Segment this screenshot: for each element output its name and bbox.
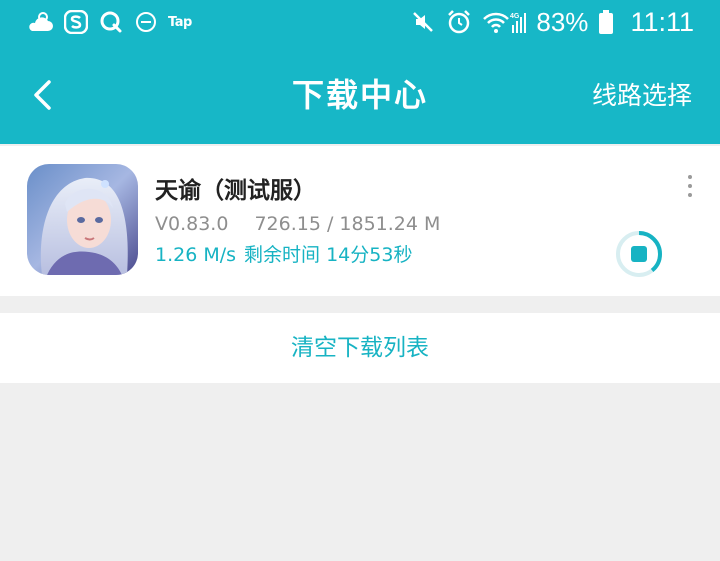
more-dot — [688, 184, 692, 188]
do-not-disturb-icon — [133, 9, 159, 35]
pause-download-button[interactable] — [613, 228, 665, 280]
status-bar-notifications: Tap — [28, 8, 192, 36]
top-app-bar: Tap 4G 83% 11:11 下载中心 线路选择 — [0, 0, 720, 144]
weather-icon — [28, 9, 54, 35]
app-meta: V0.83.0 726.15 / 1851.24 M — [155, 210, 440, 238]
tap-app-label: Tap — [168, 14, 192, 30]
mute-icon — [410, 9, 436, 35]
status-bar-system: 4G 83% 11:11 — [410, 6, 694, 38]
app-name: 天谕（测试服） — [155, 178, 316, 204]
alarm-icon — [446, 9, 472, 35]
more-dot — [688, 193, 692, 197]
battery-percent: 83% — [536, 6, 589, 37]
battery-icon — [598, 9, 614, 35]
wifi-icon: 4G — [482, 9, 527, 35]
status-bar: Tap 4G 83% 11:11 — [0, 0, 720, 46]
route-select-button[interactable]: 线路选择 — [592, 76, 692, 116]
search-q-icon — [98, 9, 124, 35]
signal-label: 4G — [510, 13, 520, 20]
download-size: 726.15 / 1851.24 M — [254, 213, 441, 235]
app-icon-tianyu[interactable] — [27, 164, 138, 275]
download-progress-text: 1.26 M/s 剩余时间 14分53秒 — [155, 241, 412, 269]
clear-download-list-button[interactable]: 清空下载列表 — [0, 313, 720, 383]
remaining-time: 剩余时间 14分53秒 — [244, 244, 413, 266]
sogou-icon — [63, 9, 89, 35]
app-version: V0.83.0 — [155, 213, 229, 235]
download-speed: 1.26 M/s — [155, 244, 237, 266]
more-options-button[interactable] — [676, 168, 704, 204]
download-item-card: 天谕（测试服） V0.83.0 726.15 / 1851.24 M 1.26 M… — [0, 146, 720, 296]
navigation-bar: 下载中心 线路选择 — [0, 46, 720, 144]
stop-progress-icon — [616, 231, 662, 277]
more-dot — [688, 175, 692, 179]
status-time: 11:11 — [630, 6, 694, 37]
